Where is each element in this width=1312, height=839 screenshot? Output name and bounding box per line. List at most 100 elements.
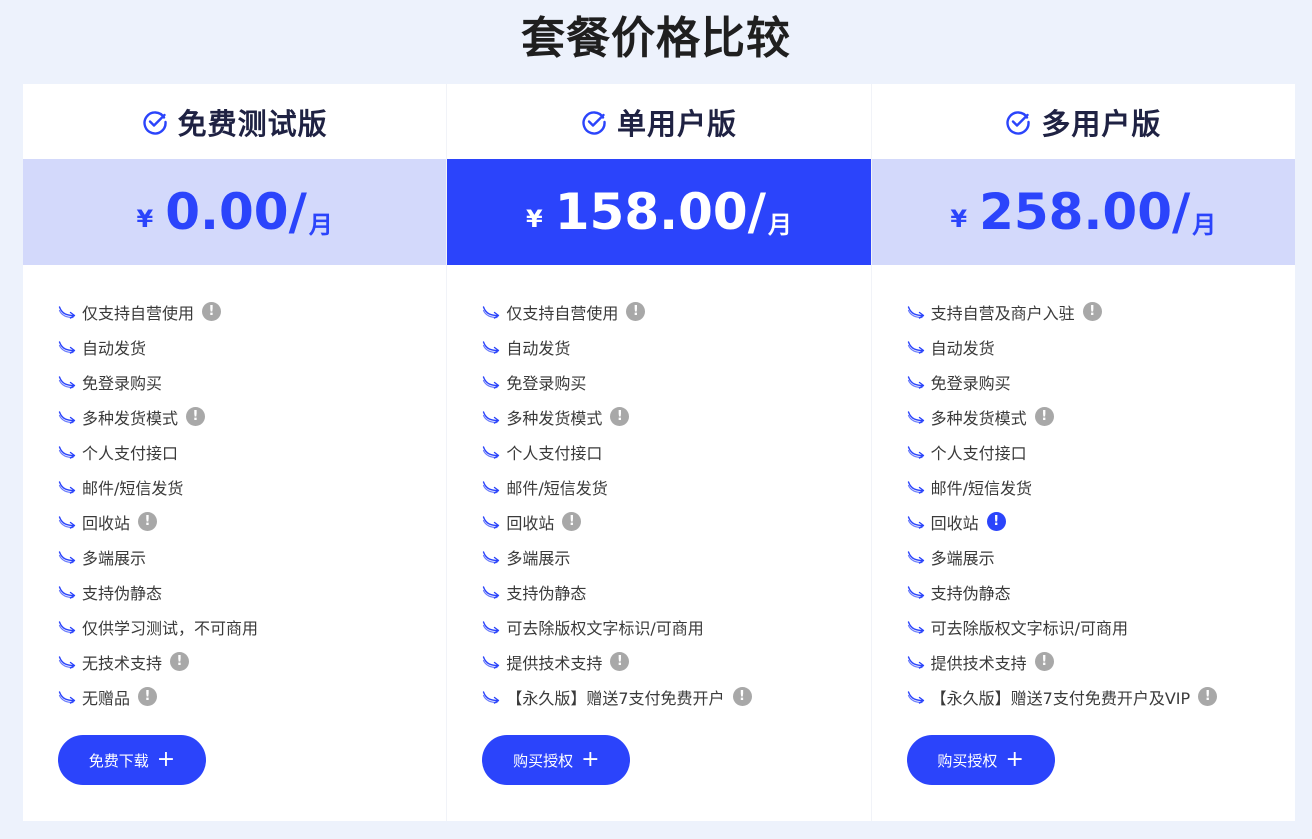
curved-arrow-icon — [483, 550, 500, 564]
feature-item: 多种发货模式! — [907, 399, 1295, 434]
plus-icon: + — [581, 747, 600, 772]
plan-card-single-user: 单用户版 ¥ 158.00 / 月 仅支持自营使用! 自动发货 免登录购买 多种发货模… — [446, 84, 871, 821]
pricing-cards: 免费测试版 ¥ 0.00 / 月 仅支持自营使用! 自动发货 免登录购买 多种发货模式… — [23, 84, 1295, 821]
curved-arrow-icon — [58, 305, 76, 319]
feature-item: 【永久版】赠送7支付免费开户及VIP! — [907, 679, 1295, 714]
plan-name: 单用户版 — [616, 106, 737, 141]
price-band: ¥ 258.00 / 月 — [871, 159, 1295, 265]
feature-item: 支持自营及商户入驻! — [907, 294, 1295, 329]
info-icon[interactable]: ! — [1034, 407, 1054, 426]
price-amount: 158.00 — [554, 183, 748, 241]
feature-text: 自动发货 — [506, 338, 571, 358]
curved-arrow-icon — [483, 585, 500, 599]
feature-text: 免登录购买 — [506, 373, 587, 393]
feature-item: 多端展示 — [482, 539, 870, 574]
feature-item: 支持伪静态 — [58, 574, 446, 609]
feature-text: 支持伪静态 — [82, 583, 163, 603]
feature-item: 支持伪静态 — [907, 574, 1295, 609]
plan-header: 免费测试版 — [23, 84, 446, 159]
feature-item: 可去除版权文字标识/可商用 — [482, 609, 870, 644]
feature-item: 邮件/短信发货 — [58, 469, 446, 504]
curved-arrow-icon — [483, 305, 500, 319]
button-label: 免费下载 — [88, 751, 149, 770]
curved-arrow-icon — [907, 305, 924, 319]
feature-text: 【永久版】赠送7支付免费开户 — [506, 688, 725, 708]
price-slash: / — [288, 183, 307, 241]
feature-item: 自动发货 — [907, 329, 1295, 364]
feature-item: 提供技术支持! — [907, 644, 1295, 679]
curved-arrow-icon — [907, 550, 924, 564]
feature-text: 自动发货 — [930, 338, 995, 358]
feature-text: 邮件/短信发货 — [930, 478, 1033, 498]
feature-item: 多种发货模式! — [58, 399, 446, 434]
feature-item: 【永久版】赠送7支付免费开户! — [482, 679, 870, 714]
info-icon[interactable]: ! — [610, 652, 630, 671]
info-icon[interactable]: ! — [1034, 652, 1054, 671]
feature-item: 邮件/短信发货 — [482, 469, 870, 504]
curved-arrow-icon — [907, 410, 924, 424]
info-icon[interactable]: ! — [1082, 302, 1102, 321]
button-label: 购买授权 — [513, 751, 574, 770]
curved-arrow-icon — [58, 480, 76, 494]
feature-item: 仅支持自营使用! — [482, 294, 870, 329]
feature-item: 回收站! — [907, 504, 1295, 539]
feature-list: 仅支持自营使用! 自动发货 免登录购买 多种发货模式! 个人支付接口 邮件/短信发货 回收站… — [23, 265, 446, 714]
info-icon[interactable]: ! — [138, 687, 158, 706]
buy-license-button[interactable]: 购买授权 + — [482, 735, 631, 785]
curved-arrow-icon — [483, 690, 500, 704]
feature-item: 仅支持自营使用! — [58, 294, 446, 329]
info-icon[interactable]: ! — [186, 407, 206, 426]
curved-arrow-icon — [58, 340, 76, 354]
info-icon[interactable]: ! — [202, 302, 222, 321]
feature-item: 多种发货模式! — [482, 399, 870, 434]
info-icon[interactable]: ! — [732, 687, 752, 706]
info-icon[interactable]: ! — [562, 512, 582, 531]
free-download-button[interactable]: 免费下载 + — [58, 735, 206, 785]
feature-item: 个人支付接口 — [907, 434, 1295, 469]
feature-text: 多端展示 — [506, 548, 571, 568]
check-circle-icon — [143, 110, 167, 135]
feature-item: 提供技术支持! — [482, 644, 870, 679]
feature-text: 支持伪静态 — [506, 583, 587, 603]
buy-license-button[interactable]: 购买授权 + — [906, 735, 1055, 785]
price-unit: 月 — [767, 210, 792, 239]
feature-item: 可去除版权文字标识/可商用 — [907, 609, 1295, 644]
info-icon[interactable]: ! — [610, 407, 630, 426]
button-label: 购买授权 — [937, 751, 998, 770]
price-slash: / — [1172, 183, 1191, 241]
feature-text: 个人支付接口 — [930, 443, 1027, 463]
page-title: 套餐价格比较 — [521, 13, 791, 64]
info-icon[interactable]: ! — [170, 652, 190, 671]
plan-card-multi-user: 多用户版 ¥ 258.00 / 月 支持自营及商户入驻! 自动发货免登录购买 多种发… — [870, 84, 1295, 821]
feature-text: 提供技术支持 — [930, 653, 1027, 673]
feature-text: 无技术支持 — [82, 653, 163, 673]
feature-text: 提供技术支持 — [506, 653, 603, 673]
feature-text: 个人支付接口 — [506, 443, 603, 463]
price-amount: 0.00 — [165, 183, 289, 241]
curved-arrow-icon — [58, 620, 76, 634]
feature-item: 无赠品! — [58, 679, 446, 714]
curved-arrow-icon — [58, 410, 76, 424]
feature-text: 个人支付接口 — [82, 443, 179, 463]
info-icon[interactable]: ! — [1198, 687, 1218, 706]
price-band: ¥ 0.00 / 月 — [23, 159, 447, 265]
feature-text: 仅支持自营使用 — [82, 303, 195, 323]
feature-text: 多种发货模式 — [506, 408, 603, 428]
feature-item: 回收站! — [58, 504, 446, 539]
info-icon[interactable]: ! — [626, 302, 646, 321]
currency-symbol: ¥ — [526, 205, 543, 233]
feature-item: 免登录购买 — [907, 364, 1295, 399]
price-unit: 月 — [308, 210, 333, 239]
curved-arrow-icon — [907, 340, 924, 354]
curved-arrow-icon — [483, 620, 500, 634]
plan-name: 多用户版 — [1041, 106, 1162, 141]
curved-arrow-icon — [907, 445, 924, 459]
feature-text: 多端展示 — [930, 548, 995, 568]
info-icon[interactable]: ! — [986, 512, 1006, 531]
feature-text: 支持自营及商户入驻 — [930, 303, 1075, 323]
curved-arrow-icon — [483, 340, 500, 354]
info-icon[interactable]: ! — [138, 512, 158, 531]
feature-text: 可去除版权文字标识/可商用 — [930, 618, 1129, 638]
plan-header: 多用户版 — [872, 84, 1295, 159]
price-amount: 258.00 — [979, 183, 1173, 241]
